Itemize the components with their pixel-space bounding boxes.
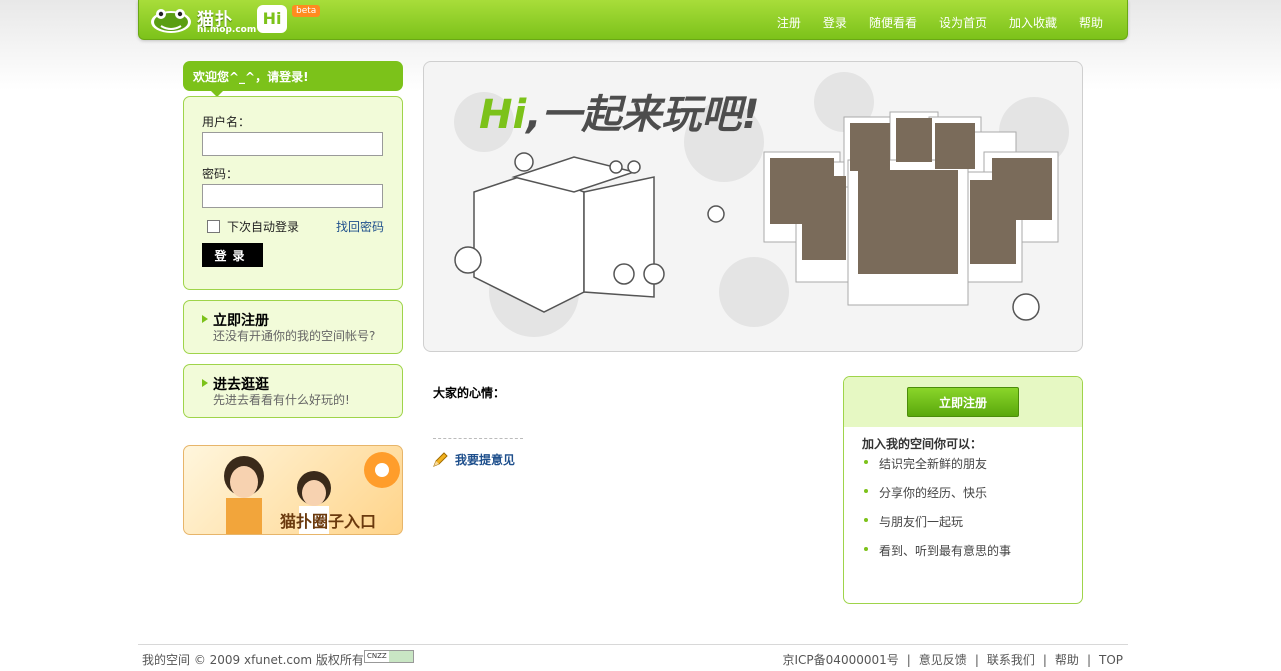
browse-promo-subtitle: 先进去看看有什么好玩的!	[213, 393, 350, 407]
register-promo-subtitle: 还没有开通你的我的空间帐号?	[213, 329, 376, 343]
password-input[interactable]	[202, 184, 383, 208]
pencil-icon	[433, 452, 448, 467]
register-subtitle: 加入我的空间你可以：	[862, 437, 983, 451]
nav-browse[interactable]: 随便看看	[869, 14, 917, 31]
beta-badge: beta	[292, 5, 321, 17]
hero-slogan-hi: Hi	[479, 92, 527, 138]
nav-register[interactable]: 注册	[777, 14, 801, 31]
logo-domain: hi.mop.com	[197, 25, 257, 35]
password-label: 密码：	[202, 167, 239, 181]
register-panel-header: 立即注册	[844, 377, 1082, 427]
circle-banner-text: 猫扑圈子入口	[280, 512, 377, 531]
register-panel: 立即注册 加入我的空间你可以： 结识完全新鲜的朋友 分享你的经历、快乐 与朋友们…	[843, 376, 1083, 604]
hero-banner: Hi,一起来玩吧!	[423, 61, 1083, 352]
footer-top-link[interactable]: TOP	[1099, 653, 1123, 667]
footer-help-link[interactable]: 帮助	[1055, 653, 1079, 667]
arrow-right-icon	[202, 315, 208, 323]
register-promo[interactable]: 立即注册 还没有开通你的我的空间帐号?	[183, 300, 403, 354]
cnzz-badge[interactable]: CNZZ	[364, 650, 414, 663]
register-benefits: 结识完全新鲜的朋友 分享你的经历、快乐 与朋友们一起玩 看到、听到最有意思的事	[862, 455, 1011, 571]
logo[interactable]: 猫扑 hi.mop.com Hi beta	[149, 3, 321, 37]
hi-logo-badge: Hi	[257, 5, 287, 33]
list-item: 结识完全新鲜的朋友	[862, 455, 1011, 484]
browse-promo[interactable]: 进去逛逛 先进去看看有什么好玩的!	[183, 364, 403, 418]
nav-set-homepage[interactable]: 设为首页	[939, 14, 987, 31]
top-header: 猫扑 hi.mop.com Hi beta 注册 登录 随便看看 设为首页 加入…	[138, 0, 1128, 40]
list-item: 分享你的经历、快乐	[862, 484, 1011, 513]
nav-add-favorite[interactable]: 加入收藏	[1009, 14, 1057, 31]
list-item: 看到、听到最有意思的事	[862, 542, 1011, 571]
nav-login[interactable]: 登录	[823, 14, 847, 31]
forgot-password-link[interactable]: 找回密码	[336, 218, 384, 235]
copyright: 我的空间 © 2009 xfunet.com 版权所有	[142, 653, 364, 667]
nav-help[interactable]: 帮助	[1079, 14, 1103, 31]
remember-label: 下次自动登录	[227, 220, 300, 234]
hero-slogan-text: ,一起来玩吧!	[526, 92, 760, 138]
footer-links: 京ICP备04000001号 | 意见反馈 | 联系我们 | 帮助 | TOP	[782, 653, 1123, 667]
divider	[433, 438, 523, 439]
footer-divider	[138, 644, 1128, 645]
username-label: 用户名：	[202, 115, 251, 129]
username-input[interactable]	[202, 132, 383, 156]
footer-feedback-link[interactable]: 意见反馈	[919, 653, 967, 667]
circle-entrance-banner[interactable]: 猫扑圈子入口	[183, 445, 403, 535]
feedback-link[interactable]: 我要提意见	[455, 451, 515, 468]
list-item: 与朋友们一起玩	[862, 513, 1011, 542]
top-nav: 注册 登录 随便看看 设为首页 加入收藏 帮助	[755, 14, 1103, 31]
register-now-button[interactable]: 立即注册	[907, 387, 1019, 417]
arrow-right-icon	[202, 379, 208, 387]
login-greeting: 欢迎您^_^，请登录!	[183, 61, 403, 97]
hero-slogan: Hi,一起来玩吧!	[479, 82, 760, 140]
icp-number: 京ICP备04000001号	[782, 653, 899, 667]
login-form: 用户名： 密码： 下次自动登录 找回密码 登录	[183, 96, 403, 290]
mood-title: 大家的心情：	[433, 386, 506, 400]
frog-logo-icon	[151, 9, 191, 33]
login-button[interactable]: 登录	[202, 243, 263, 267]
remember-checkbox[interactable]	[207, 220, 220, 233]
footer-contact-link[interactable]: 联系我们	[987, 653, 1035, 667]
